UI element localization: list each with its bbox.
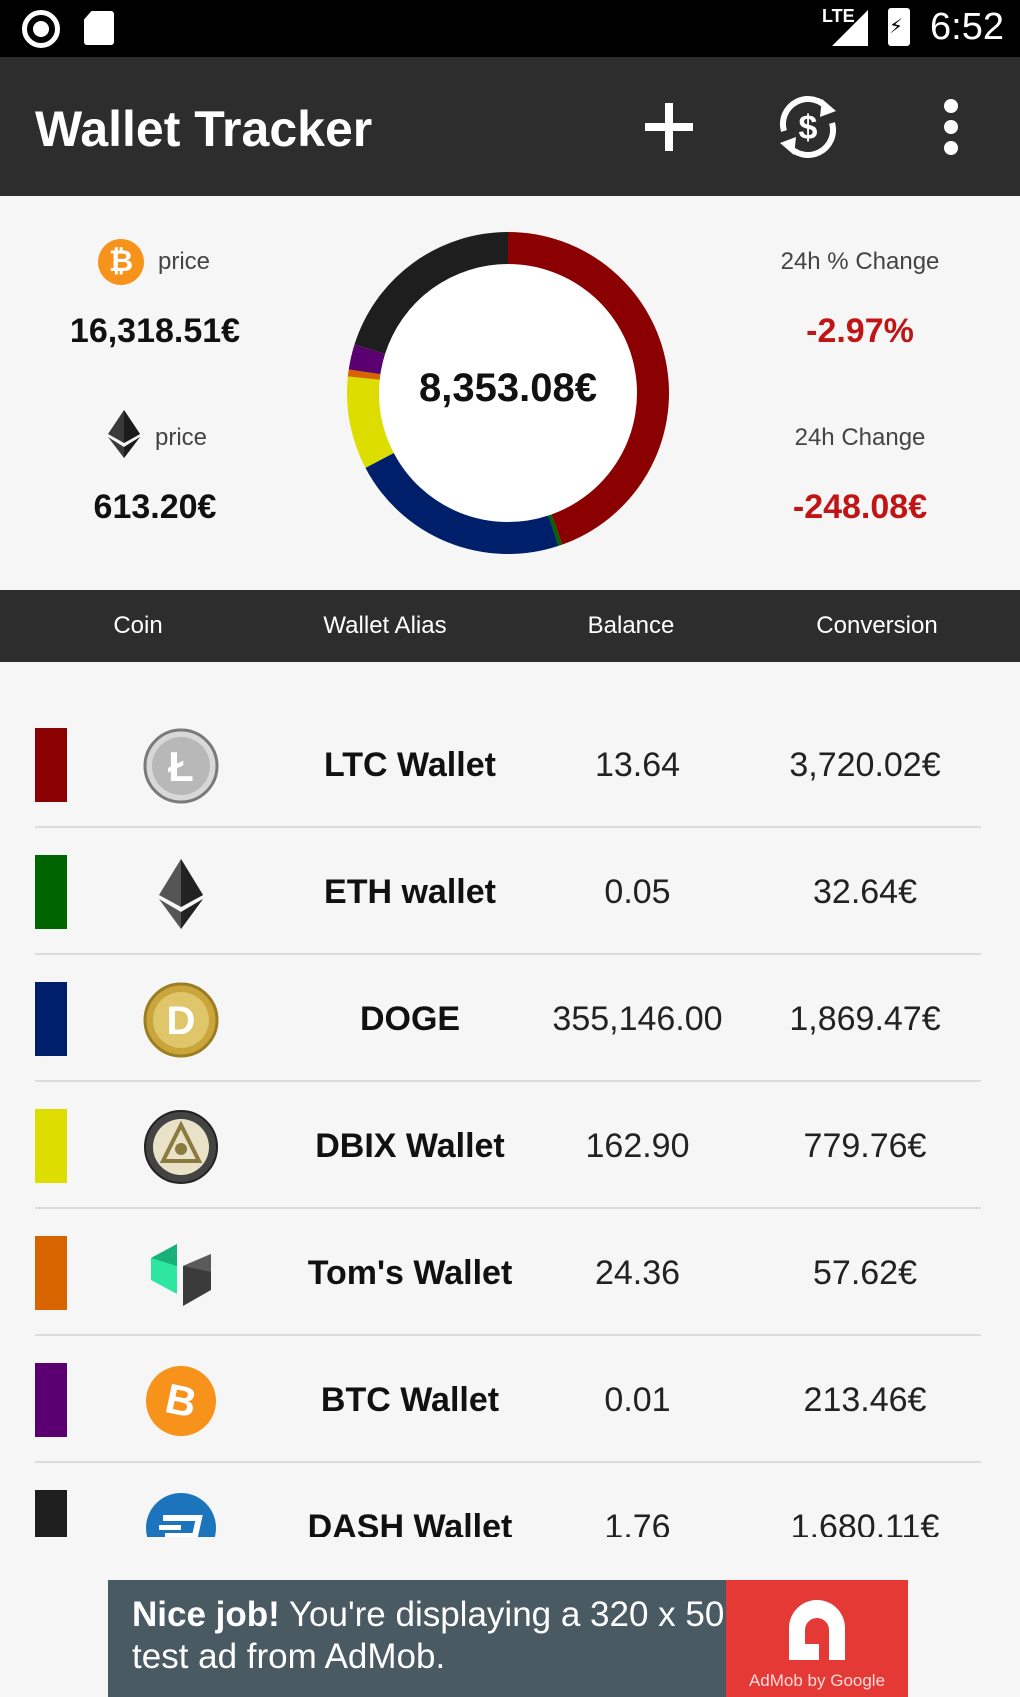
wallet-conversion: 779.76€ xyxy=(803,1127,927,1165)
wallet-row-dash[interactable]: DASH Wallet 1.76 1,680.11€ xyxy=(0,1424,1020,1537)
wallet-alias: ETH wallet xyxy=(324,873,496,911)
admob-brand: AdMob by Google xyxy=(748,1671,886,1690)
header-wallet-alias: Wallet Alias xyxy=(323,612,447,639)
wallet-alias: Tom's Wallet xyxy=(307,1254,513,1292)
wallet-row-doge[interactable]: D DOGE 355,146.00 1,869.47€ xyxy=(0,916,1020,1082)
wallet-balance: 1.76 xyxy=(604,1508,671,1537)
svg-text:Ł: Ł xyxy=(168,743,194,790)
status-time: 6:52 xyxy=(930,6,1004,48)
btc-price-label: price xyxy=(158,248,211,275)
admob-test-banner[interactable]: Nice job! You're displaying a 320 x 50 t… xyxy=(108,1580,908,1697)
change-abs-label: 24h Change xyxy=(794,424,926,451)
header-coin: Coin xyxy=(113,612,163,639)
wallet-alias: LTC Wallet xyxy=(324,746,496,784)
wallet-tracker-screen: LTE 6:52 Wallet Tracker $ xyxy=(0,0,1020,1697)
admob-icon xyxy=(789,1600,845,1660)
eth-price-value: 613.20€ xyxy=(93,488,217,526)
wallet-conversion: 1,869.47€ xyxy=(789,1000,941,1038)
portfolio-total: 8,353.08€ xyxy=(419,366,597,410)
lte-label: LTE xyxy=(822,6,855,26)
app-toolbar: Wallet Tracker $ xyxy=(0,57,1020,196)
wallet-row-dbix[interactable]: DBIX Wallet 162.90 779.76€ xyxy=(0,1043,1020,1209)
ad-text-bold: Nice job! xyxy=(132,1595,280,1634)
wallet-balance: 24.36 xyxy=(594,1254,681,1292)
wallet-balance: 0.01 xyxy=(604,1381,671,1419)
more-vert-icon xyxy=(944,99,958,155)
wallet-alias: DBIX Wallet xyxy=(315,1127,505,1165)
svg-text:D: D xyxy=(167,999,196,1043)
portfolio-summary: ₿ price 16,318.51€ price 613.20€ 8,353.0… xyxy=(0,196,1020,590)
wallet-conversion: 213.46€ xyxy=(803,1381,927,1419)
wallet-row-toms[interactable]: Tom's Wallet 24.36 57.62€ xyxy=(0,1170,1020,1336)
wallet-row-ltc[interactable]: Ł LTC Wallet 13.64 3,720.02€ xyxy=(0,662,1020,828)
admob-logo: AdMob by Google xyxy=(726,1580,908,1697)
wallet-balance: 13.64 xyxy=(594,746,681,784)
wallet-alias: BTC Wallet xyxy=(320,1381,500,1419)
donut-slice-eth-wallet xyxy=(548,514,563,546)
ethereum-icon xyxy=(108,410,140,458)
wallet-conversion: 1,680.11€ xyxy=(790,1508,940,1537)
change-pct-label: 24h % Change xyxy=(780,248,940,275)
wallet-alias: DASH Wallet xyxy=(307,1508,513,1537)
sd-card-icon xyxy=(84,11,114,45)
eth-price-label: price xyxy=(155,424,208,451)
header-balance: Balance xyxy=(587,612,675,639)
header-conversion: Conversion xyxy=(816,612,938,639)
wallet-balance: 162.90 xyxy=(585,1127,690,1165)
wallet-conversion: 57.62€ xyxy=(813,1254,917,1292)
wallet-color-swatch xyxy=(35,1490,67,1537)
wallet-conversion: 32.64€ xyxy=(813,873,917,911)
wallet-row-btc[interactable]: B BTC Wallet 0.01 213.46€ xyxy=(0,1297,1020,1463)
wallet-conversion: 3,720.02€ xyxy=(789,746,941,784)
record-icon xyxy=(22,10,60,48)
status-bar: LTE 6:52 xyxy=(0,0,1020,57)
app-title: Wallet Tracker xyxy=(35,101,373,157)
bitcoin-icon: ₿ xyxy=(98,239,144,285)
change-pct-value: -2.97% xyxy=(806,312,914,350)
wallet-row-eth[interactable]: ETH wallet 0.05 32.64€ xyxy=(0,789,1020,955)
dash-icon xyxy=(146,1493,216,1537)
svg-text:$: $ xyxy=(799,109,818,147)
currency-sync-button[interactable]: $ xyxy=(768,87,848,167)
plus-icon xyxy=(645,103,693,151)
overflow-menu-button[interactable] xyxy=(911,87,991,167)
wallet-balance: 355,146.00 xyxy=(552,1000,723,1038)
currency-sync-icon: $ xyxy=(780,96,836,158)
ad-text: Nice job! You're displaying a 320 x 50 t… xyxy=(132,1594,732,1678)
wallet-balance: 0.05 xyxy=(604,873,671,911)
add-wallet-button[interactable] xyxy=(629,87,709,167)
wallet-list[interactable]: Ł LTC Wallet 13.64 3,720.02€ ETH wallet … xyxy=(0,662,1020,1537)
change-abs-value: -248.08€ xyxy=(792,488,928,526)
btc-price-value: 16,318.51€ xyxy=(69,312,241,350)
wallet-alias: DOGE xyxy=(359,1000,461,1038)
wallet-table-header: Coin Wallet Alias Balance Conversion xyxy=(0,590,1020,662)
battery-charging-icon xyxy=(888,8,910,46)
